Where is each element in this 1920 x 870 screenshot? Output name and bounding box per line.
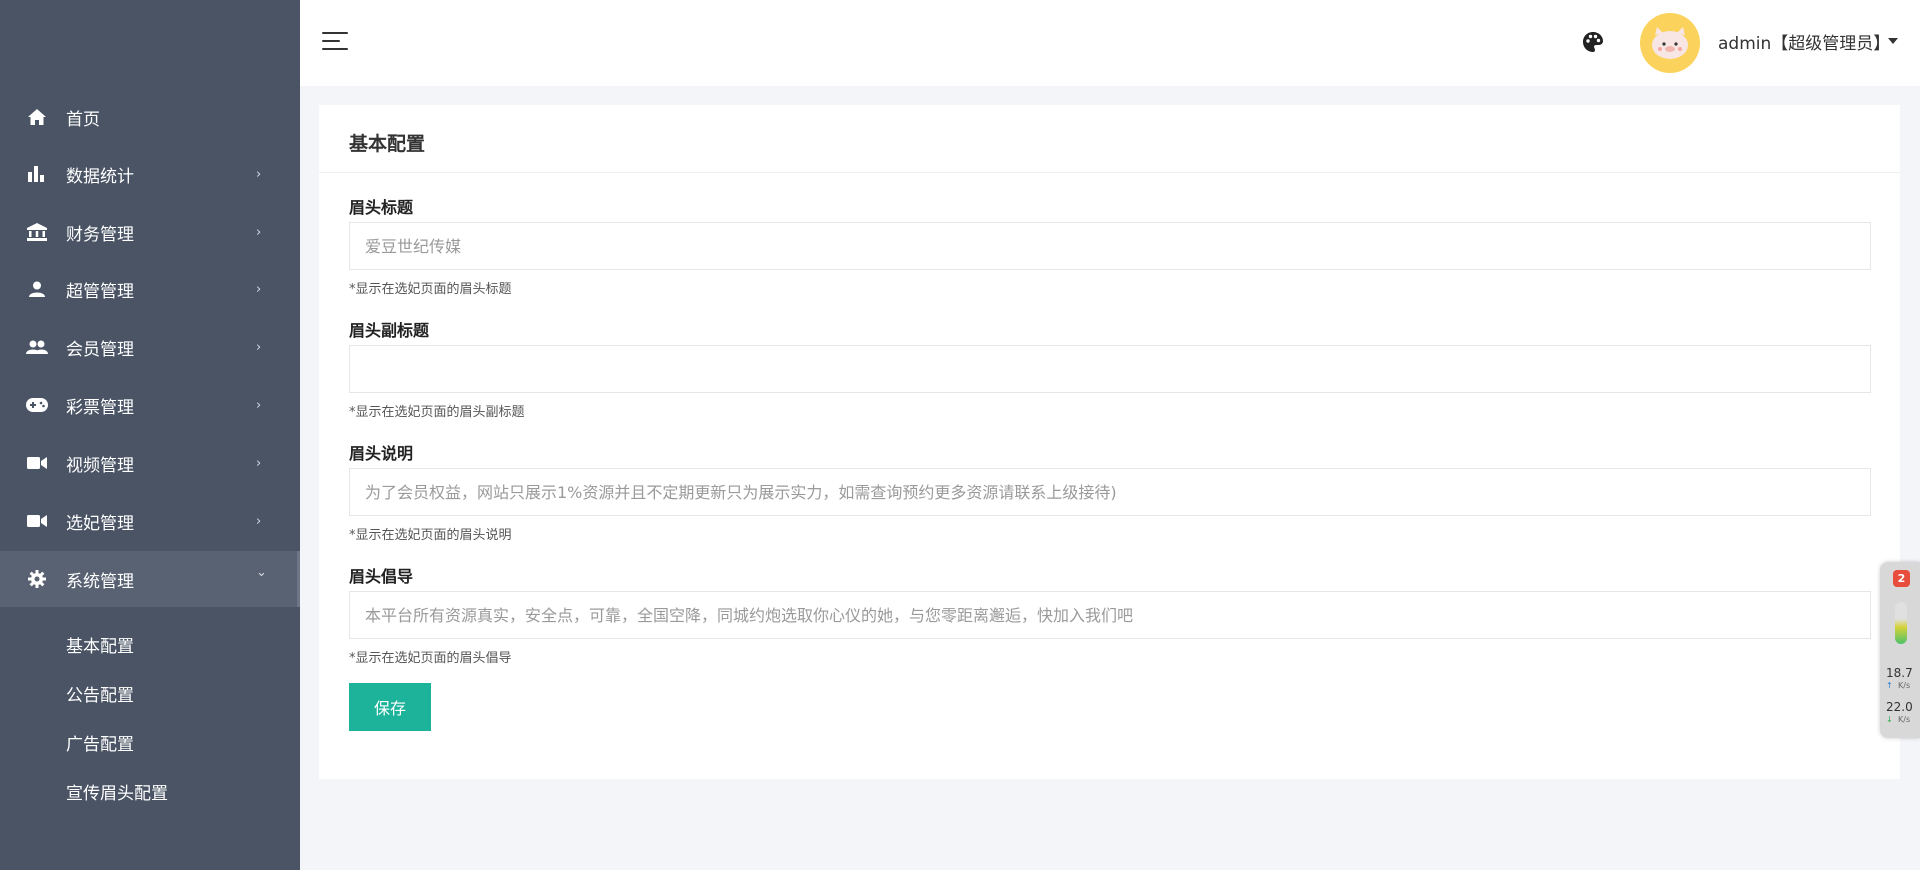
card-title: 基本配置 — [349, 133, 426, 155]
sidebar-item-label: 数据统计 — [66, 166, 134, 187]
avatar[interactable] — [1640, 13, 1700, 73]
sidebar-item-selection[interactable]: 选妃管理 › — [0, 493, 300, 549]
chevron-right-icon: › — [256, 166, 262, 182]
sidebar-item-label: 财务管理 — [66, 224, 134, 245]
download-unit: K/s — [1898, 715, 1911, 724]
sidebar-subitem-notice-config[interactable]: 公告配置 — [66, 681, 134, 706]
bank-icon — [26, 221, 48, 243]
notification-badge: 2 — [1893, 570, 1910, 587]
sidebar-item-label: 系统管理 — [66, 571, 134, 592]
field-hint-subtitle: *显示在选妃页面的眉头副标题 — [349, 405, 525, 420]
sidebar-item-admins[interactable]: 超管管理 › — [0, 261, 300, 317]
sidebar-item-finance[interactable]: 财务管理 › — [0, 204, 300, 260]
caret-down-icon[interactable] — [1888, 38, 1898, 44]
chevron-right-icon: › — [256, 339, 262, 355]
field-label-description: 眉头说明 — [349, 444, 414, 463]
basic-config-card: 基本配置 眉头标题 *显示在选妃页面的眉头标题 眉头副标题 *显示在选妃页面的眉… — [319, 105, 1900, 779]
field-label-subtitle: 眉头副标题 — [349, 321, 430, 340]
sidebar-item-home[interactable]: 首页 — [0, 89, 300, 145]
upload-unit: K/s — [1898, 681, 1911, 690]
header-advocacy-input[interactable] — [349, 591, 1871, 639]
upload-arrow-icon: ↑ — [1886, 681, 1893, 690]
gear-icon — [26, 568, 48, 590]
chevron-down-icon: ⌄ — [256, 565, 267, 580]
gamepad-icon — [26, 394, 48, 416]
sidebar-subitem-basic-config[interactable]: 基本配置 — [66, 632, 134, 657]
field-hint-advocacy: *显示在选妃页面的眉头倡导 — [349, 651, 512, 666]
download-speed: 22.0 — [1886, 700, 1913, 714]
download-arrow-icon: ↓ — [1886, 715, 1893, 724]
sidebar-subitem-banner-config[interactable]: 宣传眉头配置 — [66, 779, 168, 804]
sidebar-item-system[interactable]: 系统管理 ⌄ — [0, 551, 300, 607]
chevron-right-icon: › — [256, 281, 262, 297]
card-divider — [319, 172, 1900, 173]
sidebar-item-label: 超管管理 — [66, 281, 134, 302]
bar-chart-icon — [26, 163, 48, 185]
video-icon — [26, 452, 48, 474]
people-icon — [26, 336, 48, 358]
field-hint-description: *显示在选妃页面的眉头说明 — [349, 528, 512, 543]
top-header: admin【超级管理员】 — [300, 0, 1920, 86]
menu-toggle-icon[interactable] — [322, 32, 348, 52]
sidebar-item-videos[interactable]: 视频管理 › — [0, 435, 300, 491]
header-description-input[interactable] — [349, 468, 1871, 516]
sidebar-item-label: 会员管理 — [66, 339, 134, 360]
network-speed-widget[interactable]: 2 18.7 ↑ K/s 22.0 ↓ K/s — [1880, 562, 1920, 738]
sidebar-item-label: 视频管理 — [66, 455, 134, 476]
chevron-right-icon: › — [256, 513, 262, 529]
field-label-advocacy: 眉头倡导 — [349, 567, 414, 586]
header-title-input[interactable] — [349, 222, 1871, 270]
chevron-right-icon: › — [256, 397, 262, 413]
home-icon — [26, 106, 48, 128]
field-hint-title: *显示在选妃页面的眉头标题 — [349, 282, 512, 297]
chevron-right-icon: › — [256, 224, 262, 240]
sidebar-item-stats[interactable]: 数据统计 › — [0, 146, 300, 202]
sidebar-item-members[interactable]: 会员管理 › — [0, 319, 300, 375]
sidebar-item-label: 首页 — [66, 109, 100, 130]
user-menu[interactable]: admin【超级管理员】 — [1718, 29, 1890, 54]
video-icon — [26, 510, 48, 532]
speed-meter-icon — [1895, 602, 1907, 644]
field-label-title: 眉头标题 — [349, 198, 414, 217]
palette-icon[interactable] — [1582, 31, 1606, 55]
sidebar-item-lottery[interactable]: 彩票管理 › — [0, 377, 300, 433]
header-subtitle-input[interactable] — [349, 345, 1871, 393]
sidebar: 首页 数据统计 › 财务管理 › 超管管理 › 会员管理 › 彩票管理 › 视频… — [0, 0, 300, 870]
sidebar-subitem-ad-config[interactable]: 广告配置 — [66, 730, 134, 755]
chevron-right-icon: › — [256, 455, 262, 471]
person-icon — [26, 278, 48, 300]
sidebar-item-label: 彩票管理 — [66, 397, 134, 418]
save-button[interactable]: 保存 — [349, 683, 431, 731]
sidebar-item-label: 选妃管理 — [66, 513, 134, 534]
upload-speed: 18.7 — [1886, 666, 1913, 680]
